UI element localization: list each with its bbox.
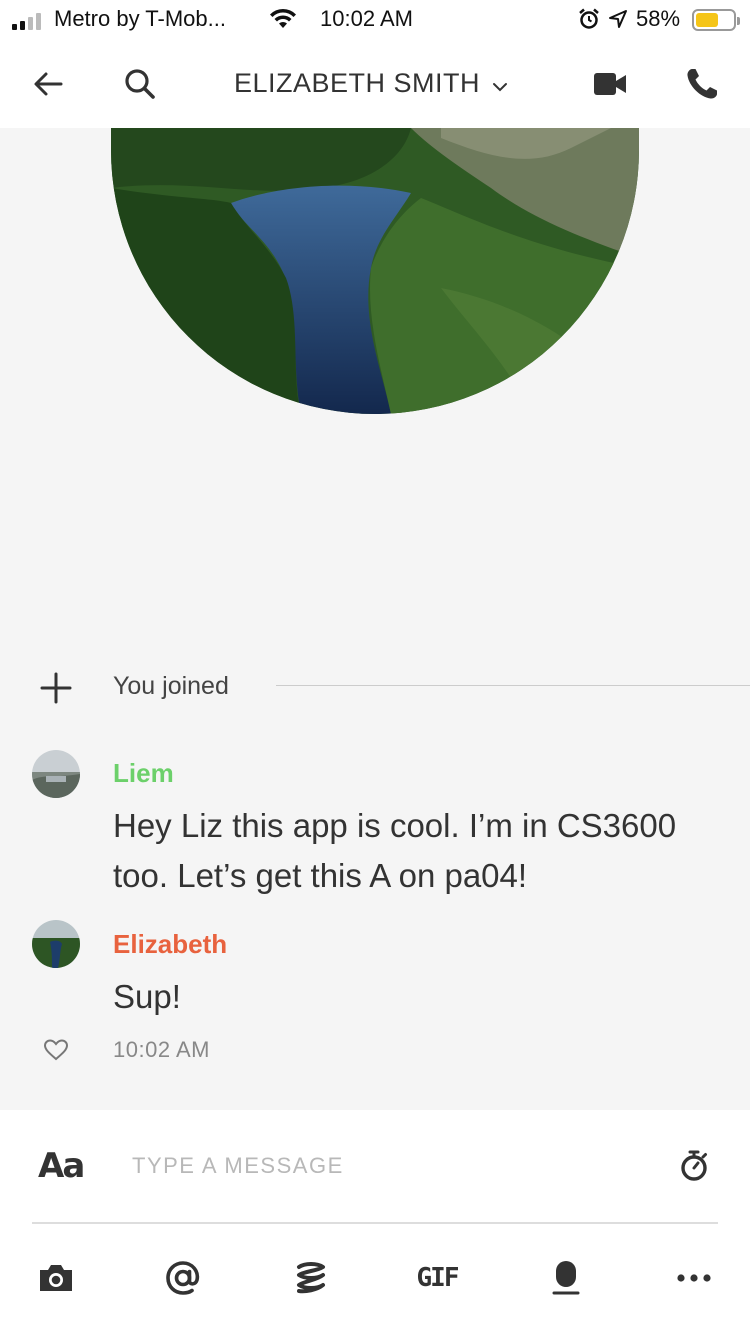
battery-percent: 58% xyxy=(636,6,681,31)
microphone-icon[interactable] xyxy=(544,1256,588,1300)
status-bar: Metro by T-Mob... 10:02 AM 58% xyxy=(0,0,750,40)
gif-button[interactable]: GIF xyxy=(415,1256,460,1300)
conversation-cover-photo xyxy=(111,128,639,414)
contact-name-dropdown[interactable]: ELIZABETH SMITH xyxy=(234,68,508,99)
chevron-down-icon xyxy=(492,68,508,99)
alarm-icon xyxy=(578,8,600,36)
heart-icon[interactable] xyxy=(43,1038,69,1067)
avatar[interactable] xyxy=(32,750,80,798)
sticker-icon[interactable] xyxy=(289,1256,333,1300)
video-camera-icon[interactable] xyxy=(590,64,630,104)
system-join-notice: You joined xyxy=(0,662,750,710)
sender-name: Elizabeth xyxy=(113,929,228,959)
battery-icon xyxy=(692,9,740,31)
back-arrow-icon[interactable] xyxy=(28,64,68,104)
location-arrow-icon xyxy=(608,9,628,35)
wifi-icon xyxy=(268,8,298,36)
timer-icon[interactable] xyxy=(676,1148,712,1189)
divider-line xyxy=(276,685,750,686)
more-icon[interactable] xyxy=(672,1256,716,1300)
text-format-button[interactable]: Aa xyxy=(38,1146,85,1186)
message-text: Hey Liz this app is cool. I’m in CS3600 … xyxy=(113,801,676,901)
carrier-name: Metro by T-Mob... xyxy=(54,6,226,31)
signal-strength-icon xyxy=(12,12,41,30)
composer-divider xyxy=(32,1222,718,1224)
page-title: ELIZABETH SMITH xyxy=(234,68,481,98)
search-icon[interactable] xyxy=(120,64,160,104)
phone-icon[interactable] xyxy=(682,64,722,104)
plus-icon xyxy=(38,670,74,711)
sender-name: Liem xyxy=(113,758,174,788)
message-text-line: Hey Liz this app is cool. I’m in CS3600 xyxy=(113,807,677,844)
message-text-line: too. Let’s get this A on pa04! xyxy=(113,857,528,894)
status-time: 10:02 AM xyxy=(320,6,413,31)
mention-icon[interactable] xyxy=(161,1256,205,1300)
message-composer: Aa GIF xyxy=(0,1110,750,1334)
camera-icon[interactable] xyxy=(34,1256,78,1300)
message-timestamp: 10:02 AM xyxy=(113,1037,210,1062)
joined-text: You joined xyxy=(113,672,229,700)
message-text: Sup! xyxy=(113,978,181,1015)
message-input[interactable] xyxy=(120,1146,620,1186)
chat-header: ELIZABETH SMITH xyxy=(0,40,750,128)
avatar[interactable] xyxy=(32,920,80,968)
